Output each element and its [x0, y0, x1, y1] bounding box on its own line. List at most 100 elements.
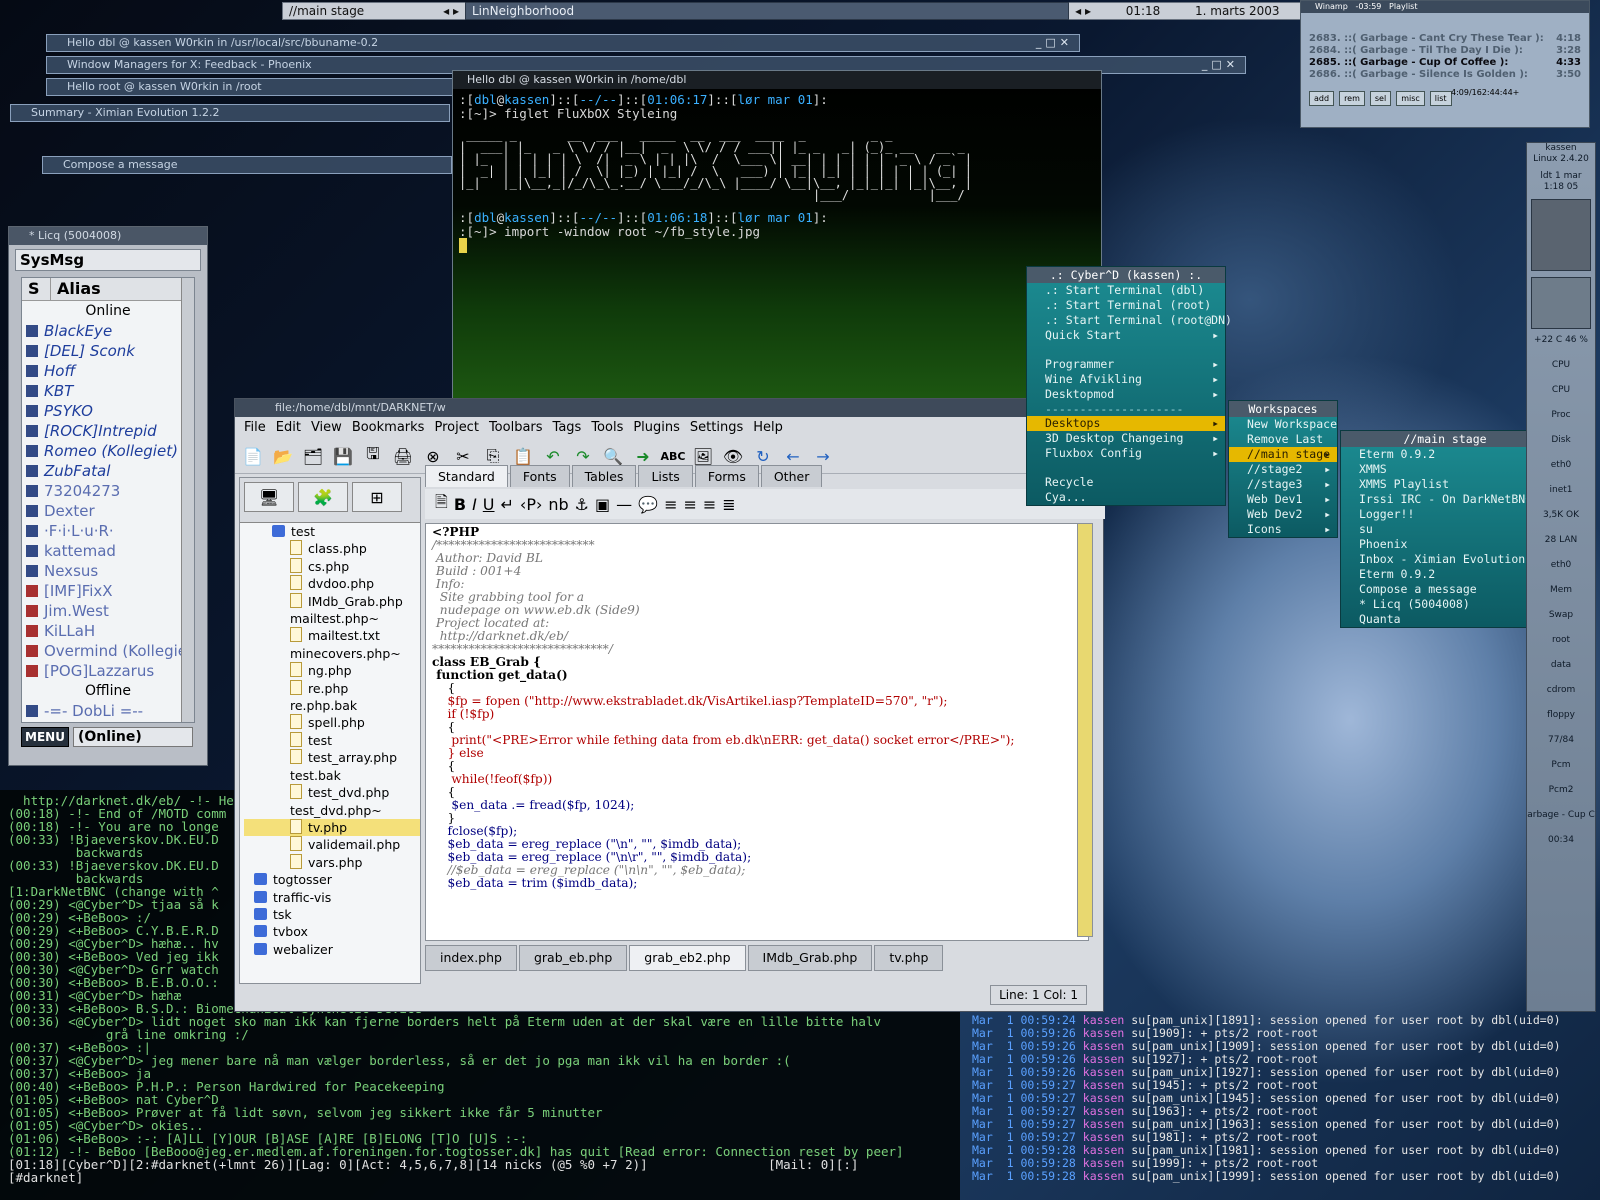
document-tab[interactable]: grab_eb2.php: [629, 945, 746, 971]
main-stage-submenu[interactable]: //main stage Eterm 0.9.2 XMMS XMMS Playlist…: [1340, 430, 1567, 628]
playlist-track[interactable]: 2684. ::( Garbage - Til The Day I Die ):…: [1309, 45, 1581, 57]
playlist-misc-button[interactable]: misc: [1396, 91, 1425, 106]
contact-item[interactable]: KBT: [22, 381, 194, 401]
tree-item[interactable]: tv.php: [244, 818, 420, 837]
functions-tab-icon[interactable]: 🧩: [298, 482, 348, 512]
tree-item[interactable]: spell.php: [244, 714, 420, 731]
menu-item[interactable]: .: Start Terminal (dbl): [1027, 283, 1225, 298]
menu-item[interactable]: Inbox - Ximian Evolution 1.2.2: [1341, 552, 1567, 567]
menu-item[interactable]: Irssi IRC - On DarkNetBNC: [1341, 492, 1549, 507]
menu-item[interactable]: su: [1341, 522, 1549, 537]
document-tab[interactable]: index.php: [425, 945, 517, 971]
contact-item[interactable]: Romeo (Kollegiet): [22, 441, 194, 461]
tree-item[interactable]: cs.php: [244, 557, 420, 575]
bluefish-editor[interactable]: file:/home/dbl/mnt/DARKNET/w File Edit Vie…: [234, 398, 1105, 1012]
tree-item[interactable]: mailtest.php~: [244, 610, 420, 627]
tree-item[interactable]: tvbox: [244, 923, 420, 940]
window-arrows[interactable]: ◂ ▸: [1069, 4, 1097, 18]
playlist-sel-button[interactable]: sel: [1369, 91, 1392, 106]
tree-item[interactable]: validemail.php: [244, 836, 420, 853]
tree-item[interactable]: class.php: [244, 540, 420, 557]
save-icon[interactable]: 💾: [331, 444, 355, 468]
window-controls-icon[interactable]: _□✕: [1036, 35, 1073, 51]
italic-icon[interactable]: I: [472, 495, 477, 514]
window-titlebar-evolution[interactable]: Summary - Ximian Evolution 1.2.2: [10, 104, 450, 122]
contact-item[interactable]: Hoff: [22, 361, 194, 381]
tree-item[interactable]: test_array.php: [244, 749, 420, 766]
contact-item[interactable]: -=- DobLi =--: [22, 701, 194, 721]
menu-item[interactable]: Desktops ▸: [1027, 416, 1225, 431]
workspaces-submenu[interactable]: Workspaces New Workspace Remove Last//main…: [1228, 400, 1338, 538]
menu-item[interactable]: Cya...: [1027, 490, 1225, 505]
contact-item[interactable]: KiLLaH: [22, 621, 194, 641]
tree-item[interactable]: test: [244, 731, 420, 749]
menu-item[interactable]: Eterm 0.9.2: [1341, 567, 1549, 582]
menu-item[interactable]: Quick Start ▸: [1027, 328, 1225, 343]
menu-item[interactable]: Web Dev1 ▸: [1229, 492, 1337, 507]
tree-item[interactable]: vars.php: [244, 853, 420, 871]
contact-item[interactable]: [IMF]FixX: [22, 581, 194, 601]
menu-item[interactable]: Recycle: [1027, 475, 1225, 490]
contact-item[interactable]: kattemad: [22, 541, 194, 561]
menu-item[interactable]: * Licq (5004008): [1341, 597, 1549, 612]
tree-item[interactable]: re.php.bak: [244, 697, 420, 714]
tree-item[interactable]: togtosser: [244, 871, 420, 888]
tree-item[interactable]: test_dvd.php: [244, 784, 420, 801]
menu-toolbars[interactable]: Toolbars: [484, 417, 548, 439]
code-editor[interactable]: <?PHP/************************** Author:…: [425, 523, 1089, 941]
tree-item[interactable]: mailtest.txt: [244, 627, 420, 644]
prev-workspace-icon[interactable]: ◂: [443, 4, 449, 18]
contact-item[interactable]: ·F·i·L·u·R·: [22, 521, 194, 541]
status-column[interactable]: S: [22, 278, 51, 300]
menu-help[interactable]: Help: [748, 417, 788, 439]
tab-fonts[interactable]: Fonts: [509, 465, 570, 487]
print-icon[interactable]: 🖨: [391, 444, 415, 468]
document-tab[interactable]: tv.php: [874, 945, 944, 971]
playlist-track[interactable]: 2683. ::( Garbage - Cant Cry These Tear …: [1309, 33, 1581, 45]
terminal-body[interactable]: :[dbl@kassen]::[--/--]::[01:06:17]::[lør…: [453, 89, 1101, 257]
sysmsg-button[interactable]: SysMsg: [15, 249, 201, 271]
terminal-window[interactable]: Hello dbl @ kassen W0rkin in /home/dbl :…: [452, 70, 1102, 410]
menu-item[interactable]: Web Dev2 ▸: [1229, 507, 1337, 522]
tab-lists[interactable]: Lists: [638, 465, 693, 487]
menu-item[interactable]: Remove Last: [1229, 432, 1337, 447]
licq-window[interactable]: * Licq (5004008) SysMsg S Alias Online Bl…: [8, 226, 208, 766]
menu-item[interactable]: .: Start Terminal (root@DN): [1027, 313, 1232, 328]
open-file-icon[interactable]: 📂: [271, 444, 295, 468]
playlist-track[interactable]: 2685. ::( Garbage - Cup Of Coffee ): 4:33: [1309, 57, 1581, 69]
menu-file[interactable]: File: [239, 417, 271, 439]
menu-item[interactable]: Logger!!: [1341, 507, 1549, 522]
contact-item[interactable]: Nexsus: [22, 561, 194, 581]
tree-item[interactable]: test: [244, 523, 420, 540]
tree-item[interactable]: dvdoo.php: [244, 575, 420, 592]
tab-tables[interactable]: Tables: [571, 465, 637, 487]
editor-scrollbar[interactable]: [1077, 523, 1093, 937]
tree-item[interactable]: IMdb_Grab.php: [244, 592, 420, 610]
menu-item[interactable]: Quanta: [1341, 612, 1549, 627]
menu-tools[interactable]: Tools: [586, 417, 628, 439]
playlist-rem-button[interactable]: rem: [1339, 91, 1365, 106]
file-browser[interactable]: 🖥 🧩 ⊞ test class.php cs.php dvdoo.php IMdb_G…: [239, 477, 421, 984]
contact-item[interactable]: [DEL] Sconk: [22, 341, 194, 361]
fluxbox-root-menu[interactable]: .: Cyber^D (kassen) :..: Start Terminal …: [1026, 266, 1232, 506]
menu-plugins[interactable]: Plugins: [628, 417, 685, 439]
menu-tags[interactable]: Tags: [548, 417, 587, 439]
tree-item[interactable]: webalizer: [244, 941, 420, 958]
playlist-add-button[interactable]: add: [1309, 91, 1335, 106]
menu-item[interactable]: Eterm 0.9.2: [1341, 447, 1549, 462]
menu-item[interactable]: //stage2 ▸: [1229, 462, 1337, 477]
contact-item[interactable]: [POG]Lazzarus: [22, 661, 194, 681]
bookmarks-tab-icon[interactable]: ⊞: [352, 482, 402, 512]
window-titlebar-bbuname[interactable]: Hello dbl @ kassen W0rkin in /usr/local/…: [46, 34, 1080, 52]
tab-other[interactable]: Other: [760, 465, 823, 487]
winamp-titlebar[interactable]: Winamp -03:59 Playlist: [1301, 1, 1589, 13]
document-tab[interactable]: IMdb_Grab.php: [747, 945, 873, 971]
menu-item[interactable]: .: Start Terminal (root): [1027, 298, 1225, 313]
align-left-icon[interactable]: ≡: [664, 495, 677, 514]
focused-window-title[interactable]: LinNeighborhood: [465, 2, 1070, 20]
playlist-track[interactable]: 2686. ::( Garbage - Silence Is Golden ):…: [1309, 69, 1581, 81]
menu-item[interactable]: 3D Desktop Changeing ▸: [1027, 431, 1225, 446]
tree-item[interactable]: minecovers.php~: [244, 645, 420, 662]
contact-item[interactable]: PSYKO: [22, 401, 194, 421]
tab-forms[interactable]: Forms: [694, 465, 759, 487]
